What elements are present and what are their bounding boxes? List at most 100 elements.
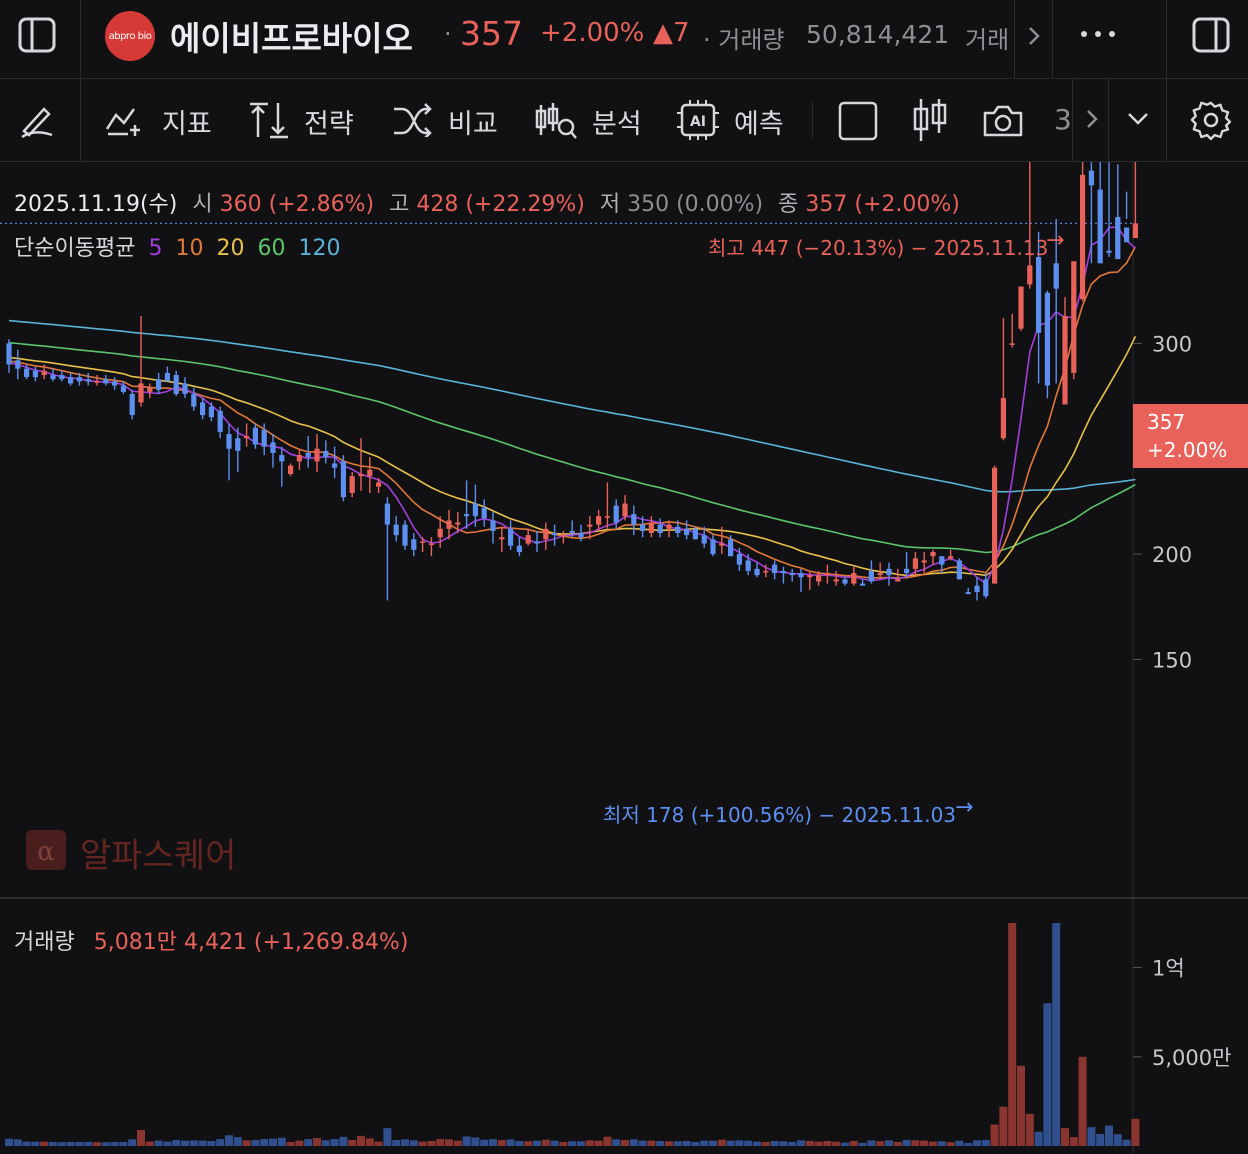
candle-body (965, 592, 971, 595)
volume-bar (550, 1140, 559, 1146)
candle-body (754, 568, 760, 576)
candle-body (622, 503, 628, 517)
volume-bar (427, 1140, 436, 1146)
candle-body (868, 570, 874, 582)
volume-bar (5, 1138, 13, 1146)
strategy-label: 전략 (304, 109, 354, 140)
volume-bar (489, 1139, 497, 1146)
watermark-text: 알파스퀘어 (80, 836, 237, 876)
sidebar-toggle-icon[interactable] (18, 17, 56, 53)
volume-bar (101, 1142, 110, 1146)
volume-bar (348, 1140, 357, 1146)
volume-bar (137, 1130, 145, 1146)
candle-body (974, 585, 980, 593)
close-value: 357 (+2.00%) (805, 192, 960, 217)
candle-body (217, 410, 223, 432)
candle-body (807, 575, 813, 578)
candle-body (235, 438, 241, 451)
candle-body (798, 573, 804, 578)
trade-label: 거래 (965, 26, 1010, 54)
candle-body (376, 482, 382, 487)
candle-body (675, 526, 681, 534)
chevron-right-icon[interactable] (1084, 107, 1100, 131)
candle-body (1124, 227, 1130, 243)
candle-body (349, 476, 355, 493)
candle-body (103, 379, 109, 384)
ma-legend[interactable]: 단순이동평균 5 10 20 60 120 (14, 230, 340, 262)
volume-bar (700, 1140, 709, 1146)
volume-bar (779, 1141, 788, 1146)
candle-body (1036, 257, 1042, 333)
volume-bar (867, 1140, 876, 1146)
candle-body (481, 507, 487, 519)
volume-bar (84, 1141, 93, 1146)
volume-bar (981, 1140, 990, 1146)
candle-body (411, 539, 417, 550)
volume-bar (946, 1142, 955, 1146)
forecast-button[interactable]: AI 예측 (676, 99, 796, 141)
candle-body (701, 535, 707, 544)
candle-body (816, 575, 822, 582)
volume-bar (524, 1141, 533, 1146)
camera-icon[interactable] (982, 103, 1024, 139)
volume-bar (647, 1140, 656, 1146)
volume-bar (876, 1141, 885, 1146)
strategy-button[interactable]: 전략 (248, 99, 368, 141)
candle-body (393, 524, 399, 536)
candle-body (587, 524, 593, 527)
chevron-down-icon[interactable] (1126, 111, 1150, 127)
candle-body (1115, 216, 1121, 260)
candle-body (323, 450, 329, 458)
volume-bar (937, 1141, 946, 1146)
candle-body (455, 522, 461, 525)
chart-area[interactable]: 1502002503004004505,000만1억 2025.11.19(수)… (0, 162, 1248, 1154)
candle-body (420, 541, 426, 543)
candle-body (508, 528, 514, 546)
more-tools-count[interactable]: 3 (1054, 103, 1072, 136)
candlestick-type-icon[interactable] (912, 97, 948, 143)
candle-body (851, 573, 857, 584)
volume-bar (462, 1136, 471, 1146)
chevron-right-icon[interactable] (1026, 24, 1042, 48)
candle-body (138, 383, 144, 403)
change-percent: +2.00% (540, 18, 645, 48)
price-axis-label: 300 (1152, 332, 1192, 356)
candle-body (244, 436, 250, 439)
volume-bar (145, 1141, 154, 1146)
price-chart[interactable]: 1502002503004004505,000만1억 (0, 162, 1248, 1154)
candle-body (173, 375, 179, 394)
stock-name[interactable]: 에이비프로바이오 (170, 12, 413, 60)
more-options-icon[interactable] (1078, 26, 1118, 42)
candle-body (1053, 263, 1059, 289)
volume-bar (207, 1140, 216, 1146)
compare-button[interactable]: 비교 (392, 99, 512, 141)
volume-bar (744, 1140, 753, 1146)
volume-bar (691, 1141, 700, 1146)
candle-body (1044, 292, 1050, 386)
logo-text: abpro bio (108, 30, 152, 42)
candle-body (877, 573, 883, 576)
candle-body (956, 560, 962, 580)
candle-body (552, 533, 558, 536)
volume-bar (735, 1140, 744, 1146)
volume-bar (1017, 1065, 1025, 1146)
candle-body (1132, 223, 1138, 239)
draw-pen-icon[interactable] (18, 101, 56, 139)
candle-body (560, 535, 566, 537)
volume-bar (277, 1137, 286, 1146)
analysis-button[interactable]: 분석 (534, 99, 654, 141)
volume-value: 50,814,421 (806, 20, 950, 49)
volume-bar (920, 1140, 929, 1146)
volume-bar (40, 1141, 49, 1146)
indicator-button[interactable]: 지표 (104, 99, 224, 141)
settings-gear-icon[interactable] (1190, 99, 1232, 141)
volume-bar (533, 1140, 541, 1146)
volume-bar (506, 1139, 515, 1146)
volume-bar (1043, 1003, 1052, 1146)
candle-body (68, 377, 74, 384)
volume-legend-value: 5,081만 4,421 (+1,269.84%) (93, 930, 409, 955)
square-layout-icon[interactable] (838, 101, 878, 141)
stock-logo: abpro bio (105, 11, 155, 61)
right-panel-toggle-icon[interactable] (1192, 17, 1230, 53)
volume-bar (110, 1141, 119, 1146)
